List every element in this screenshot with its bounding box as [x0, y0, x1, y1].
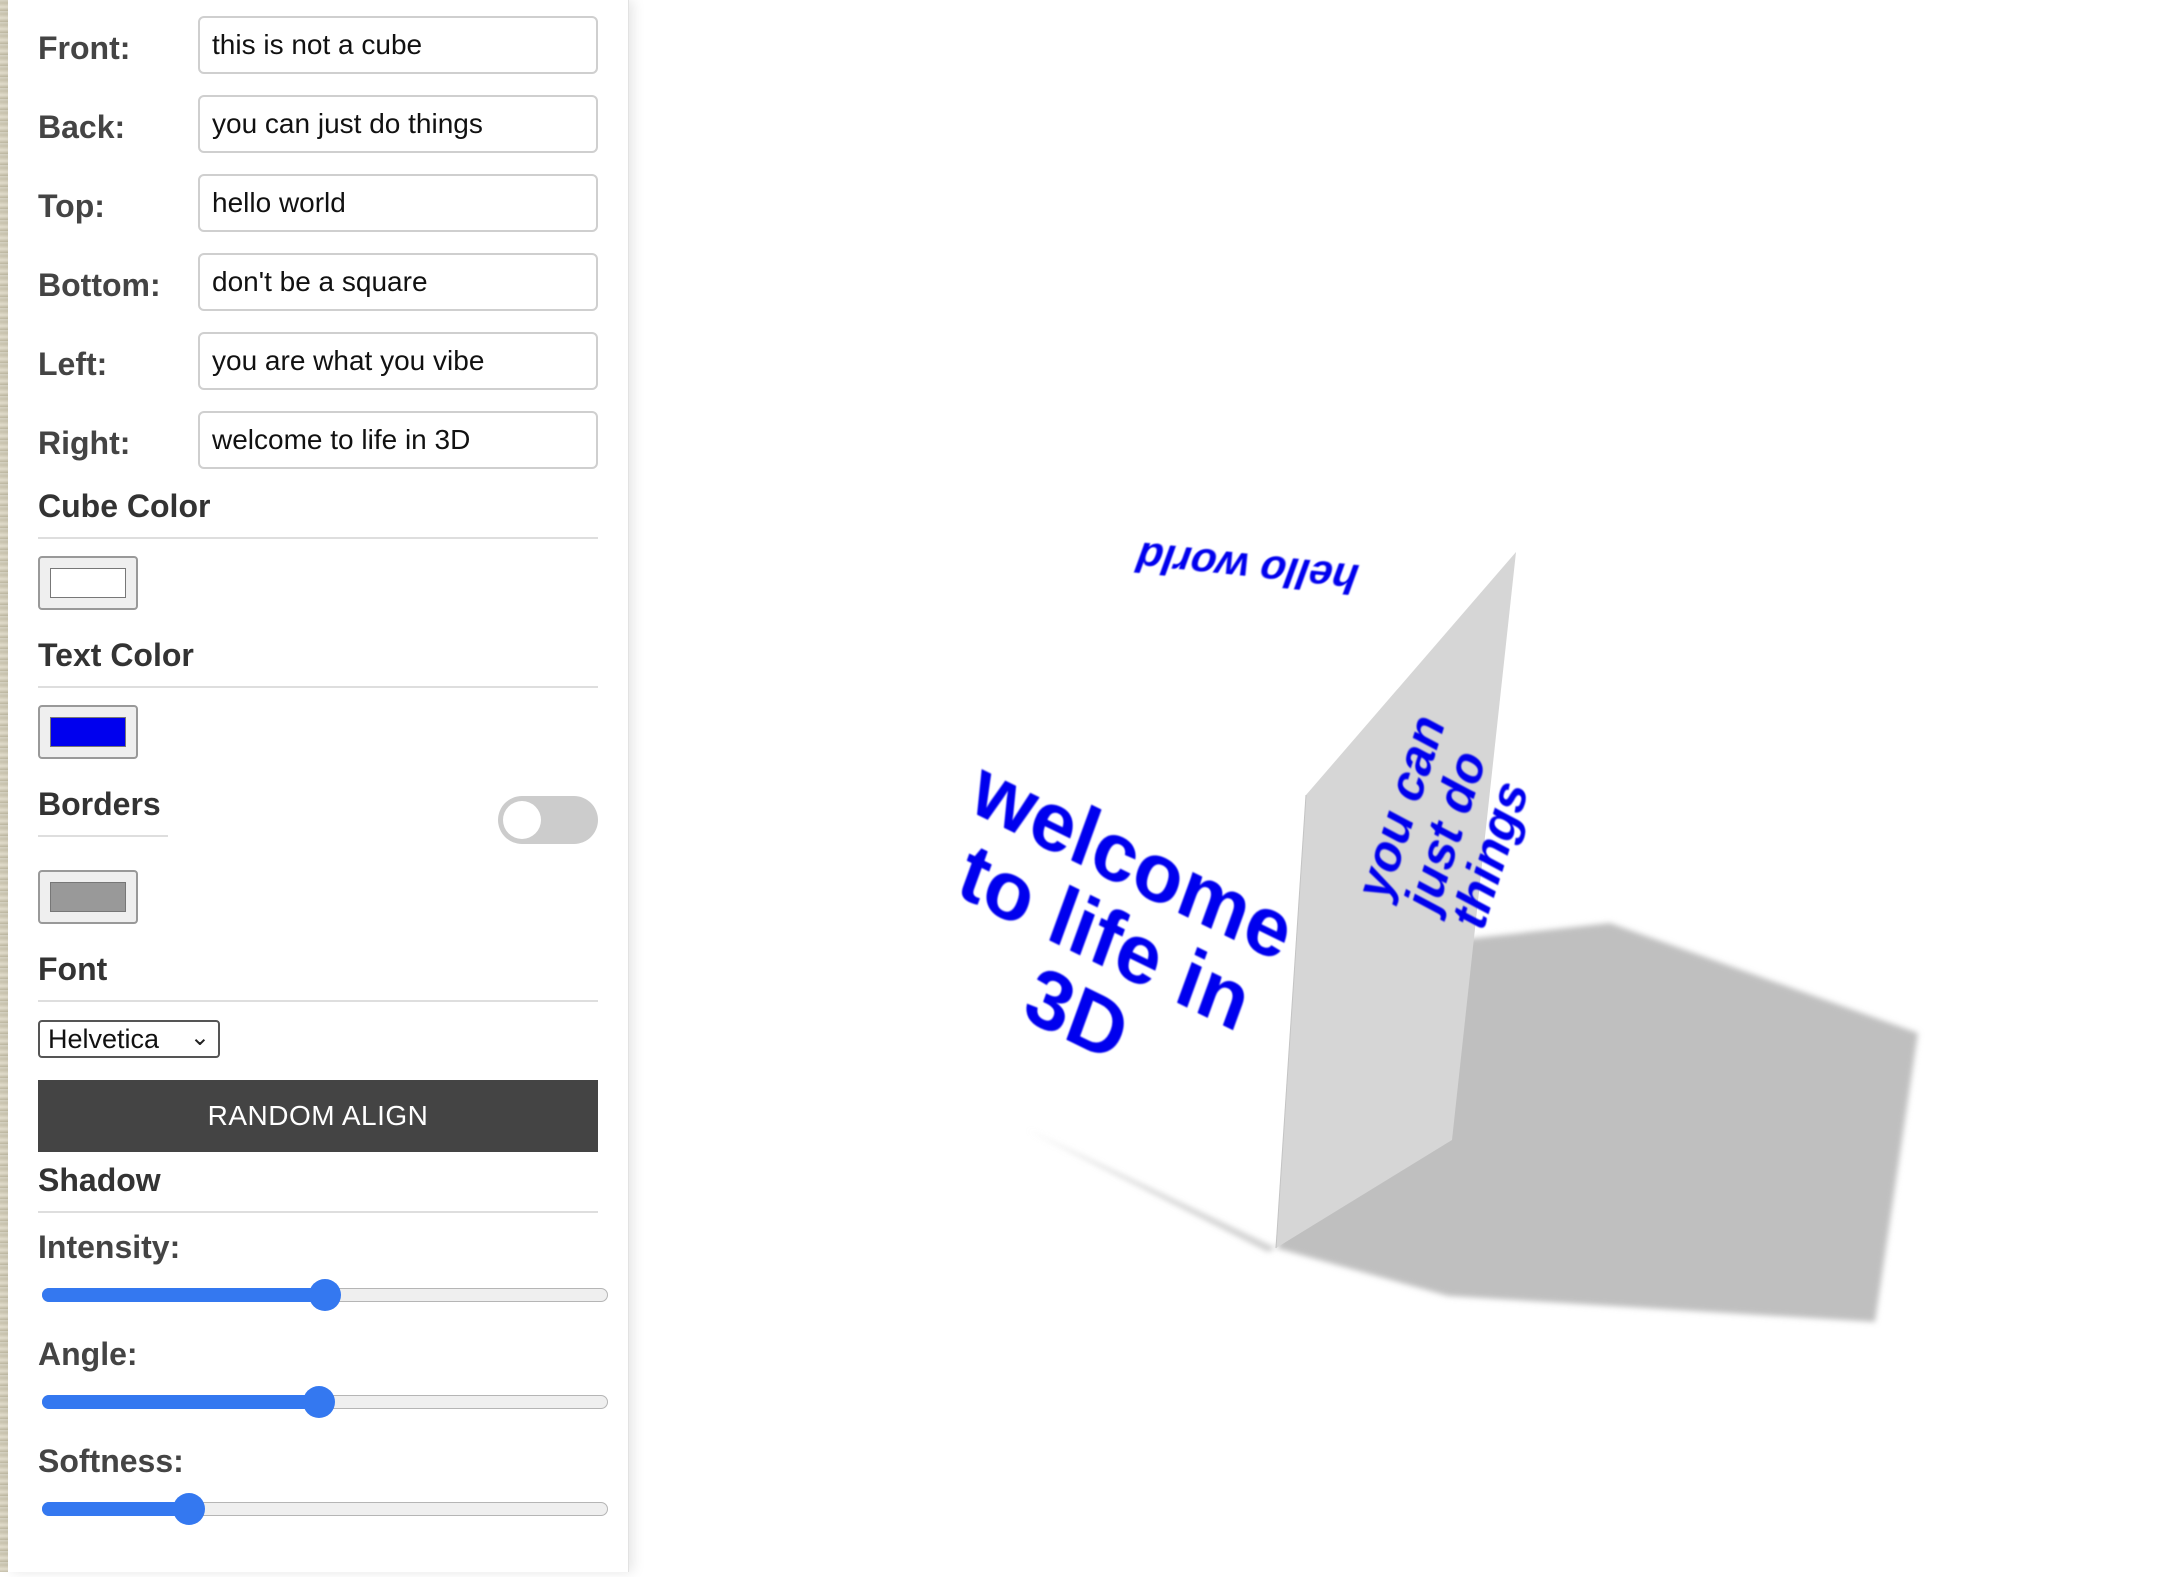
random-align-button[interactable]: RANDOM ALIGN — [38, 1080, 598, 1152]
slider-thumb[interactable] — [309, 1279, 341, 1311]
slider-fill — [42, 1288, 325, 1302]
slider-fill — [42, 1395, 319, 1409]
control-panel: Front: Back: Top: Bottom: Left: Right: C… — [8, 0, 629, 1572]
font-heading: Font — [38, 951, 598, 1002]
cube-color-heading: Cube Color — [38, 488, 598, 539]
right-row: Right: — [38, 411, 608, 469]
top-label: Top: — [38, 188, 105, 224]
back-input[interactable] — [198, 95, 598, 153]
softness-slider[interactable] — [42, 1492, 608, 1526]
text-color-swatch — [50, 717, 126, 747]
font-select-value: Helvetica — [48, 1024, 160, 1054]
front-label: Front: — [38, 30, 131, 66]
back-label: Back: — [38, 109, 126, 145]
front-row: Front: — [38, 16, 608, 74]
intensity-label: Intensity: — [38, 1229, 181, 1265]
left-row: Left: — [38, 332, 608, 390]
cube-color-picker[interactable] — [38, 556, 138, 610]
text-color-heading: Text Color — [38, 637, 598, 688]
bottom-input[interactable] — [198, 253, 598, 311]
toggle-knob — [503, 801, 541, 839]
text-color-picker[interactable] — [38, 705, 138, 759]
intensity-slider[interactable] — [42, 1278, 608, 1312]
cube-color-swatch — [50, 568, 126, 598]
right-input[interactable] — [198, 411, 598, 469]
window-edge — [0, 0, 8, 1572]
top-input[interactable] — [198, 174, 598, 232]
cube-scene: hello world welcome to life in 3D you ca… — [947, 533, 1918, 1322]
chevron-down-icon: ⌄ — [189, 1024, 210, 1051]
slider-thumb[interactable] — [173, 1493, 205, 1525]
borders-heading: Borders — [38, 786, 168, 837]
right-label: Right: — [38, 425, 131, 461]
top-face-text: hello world — [1129, 533, 1366, 602]
border-color-swatch — [50, 882, 126, 912]
left-input[interactable] — [198, 332, 598, 390]
shadow-heading: Shadow — [38, 1162, 598, 1213]
angle-slider[interactable] — [42, 1385, 608, 1419]
back-row: Back: — [38, 95, 608, 153]
softness-label: Softness: — [38, 1443, 184, 1479]
cube-shadow-edge — [986, 1110, 1276, 1252]
bottom-row: Bottom: — [38, 253, 608, 311]
cube-viewport[interactable]: hello world welcome to life in 3D you ca… — [628, 0, 2170, 1572]
borders-toggle[interactable] — [498, 796, 598, 844]
font-select[interactable]: Helvetica ⌄ — [38, 1020, 220, 1058]
angle-label: Angle: — [38, 1336, 138, 1372]
border-color-picker[interactable] — [38, 870, 138, 924]
side-face-text-group: welcome to life in 3D — [947, 741, 1305, 1080]
slider-thumb[interactable] — [303, 1386, 335, 1418]
top-row: Top: — [38, 174, 608, 232]
front-input[interactable] — [198, 16, 598, 74]
bottom-label: Bottom: — [38, 267, 161, 303]
left-label: Left: — [38, 346, 108, 382]
slider-fill — [42, 1502, 189, 1516]
